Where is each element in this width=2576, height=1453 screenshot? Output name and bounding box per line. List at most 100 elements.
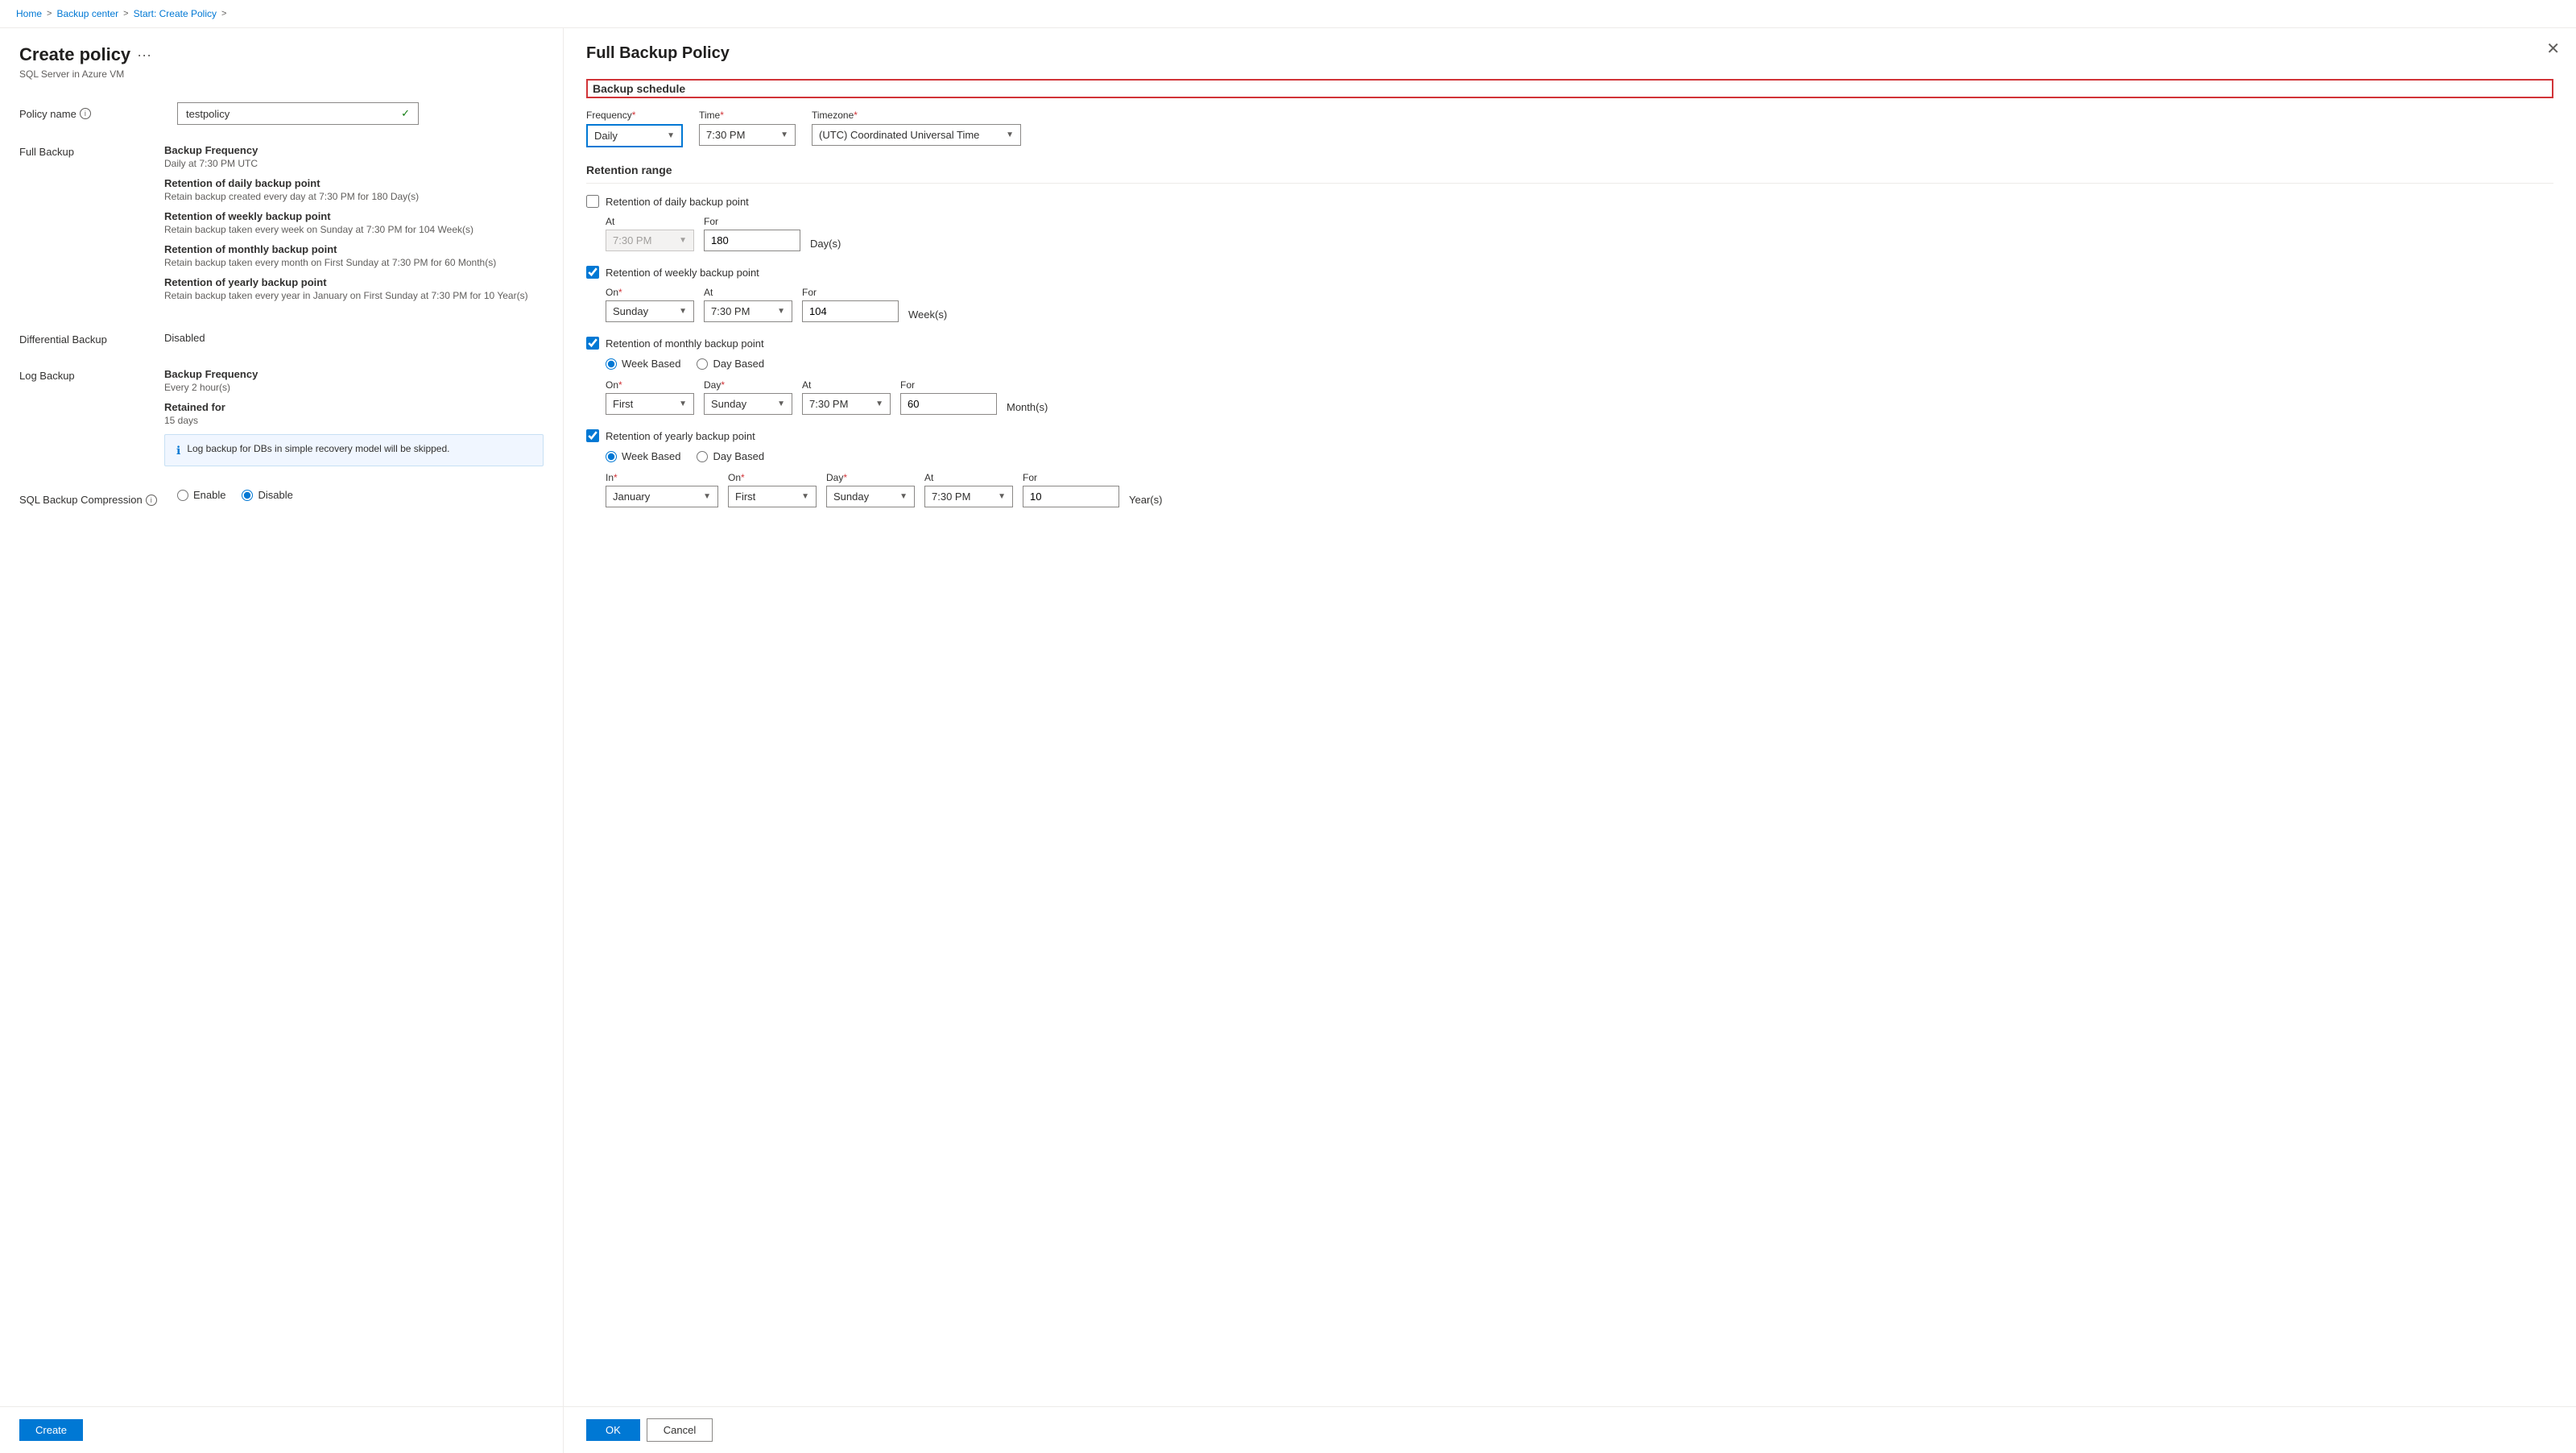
monthly-day-based-radio[interactable]: Day Based	[697, 358, 764, 370]
monthly-on-select[interactable]: First ▼	[606, 393, 694, 415]
monthly-on-chevron-icon: ▼	[679, 399, 687, 408]
compression-label: SQL Backup Compression i	[19, 494, 164, 506]
full-backup-monthly-title: Retention of monthly backup point	[164, 243, 544, 255]
breadcrumb-backup-center[interactable]: Backup center	[56, 8, 118, 19]
differential-backup-label: Differential Backup	[19, 332, 164, 346]
backup-schedule-label: Backup schedule	[586, 79, 2553, 98]
yearly-on-required: *	[741, 472, 745, 483]
monthly-retention-item: Retention of monthly backup point Week B…	[586, 337, 2553, 415]
breadcrumb-sep3: >	[221, 9, 226, 19]
yearly-day-label: Day*	[826, 472, 915, 483]
time-required: *	[720, 110, 724, 121]
weekly-retention-fields: On* Sunday ▼ At 7:30 PM ▼	[606, 287, 2553, 322]
full-backup-weekly-title: Retention of weekly backup point	[164, 210, 544, 222]
frequency-select[interactable]: Daily ▼	[586, 124, 683, 147]
monthly-for-label: For	[900, 379, 997, 391]
policy-name-check-icon: ✓	[401, 107, 410, 120]
yearly-in-select[interactable]: January ▼	[606, 486, 718, 507]
frequency-chevron-icon: ▼	[667, 131, 675, 140]
timezone-select[interactable]: (UTC) Coordinated Universal Time ▼	[812, 124, 1021, 146]
yearly-on-label: On*	[728, 472, 817, 483]
breadcrumb-home[interactable]: Home	[16, 8, 42, 19]
disable-radio-label: Disable	[258, 489, 292, 501]
compression-info-icon[interactable]: i	[146, 495, 157, 506]
ok-button[interactable]: OK	[586, 1419, 640, 1441]
weekly-at-select[interactable]: 7:30 PM ▼	[704, 300, 792, 322]
weekly-on-chevron-icon: ▼	[679, 307, 687, 316]
compression-row: SQL Backup Compression i Enable Disable	[19, 489, 544, 511]
yearly-week-based-input[interactable]	[606, 451, 617, 462]
yearly-for-input[interactable]	[1023, 486, 1119, 507]
weekly-at-chevron-icon: ▼	[777, 307, 785, 316]
time-chevron-icon: ▼	[780, 130, 788, 139]
yearly-in-chevron-icon: ▼	[703, 492, 711, 501]
weekly-retention-item: Retention of weekly backup point On* Sun…	[586, 266, 2553, 322]
yearly-day-based-input[interactable]	[697, 451, 708, 462]
yearly-day-select[interactable]: Sunday ▼	[826, 486, 915, 507]
yearly-in-field: In* January ▼	[606, 472, 718, 507]
monthly-day-select[interactable]: Sunday ▼	[704, 393, 792, 415]
weekly-for-input[interactable]	[802, 300, 899, 322]
daily-retention-item: Retention of daily backup point At 7:30 …	[586, 195, 2553, 251]
yearly-retention-checkbox[interactable]	[586, 429, 599, 442]
disable-radio-input[interactable]	[242, 490, 253, 501]
daily-for-input[interactable]: 180	[704, 230, 800, 251]
weekly-retention-label: Retention of weekly backup point	[606, 267, 759, 279]
monthly-at-chevron-icon: ▼	[875, 399, 883, 408]
full-backup-daily-value: Retain backup created every day at 7:30 …	[164, 191, 544, 202]
full-backup-freq-title: Backup Frequency	[164, 144, 544, 156]
yearly-week-based-radio[interactable]: Week Based	[606, 450, 680, 462]
page-subtitle: SQL Server in Azure VM	[19, 68, 544, 80]
differential-backup-details: Disabled	[164, 332, 544, 346]
time-select[interactable]: 7:30 PM ▼	[699, 124, 796, 146]
monthly-day-based-input[interactable]	[697, 358, 708, 370]
breadcrumb-current: Start: Create Policy	[134, 8, 217, 19]
timezone-chevron-icon: ▼	[1006, 130, 1014, 139]
monthly-at-field: At 7:30 PM ▼	[802, 379, 891, 415]
timezone-required: *	[854, 110, 858, 121]
monthly-week-based-input[interactable]	[606, 358, 617, 370]
monthly-on-required: *	[618, 379, 622, 391]
policy-name-row: Policy name i testpolicy ✓	[19, 102, 544, 125]
monthly-day-based-label: Day Based	[713, 358, 764, 370]
yearly-at-chevron-icon: ▼	[998, 492, 1006, 501]
full-backup-freq-value: Daily at 7:30 PM UTC	[164, 158, 544, 169]
daily-retention-checkbox[interactable]	[586, 195, 599, 208]
monthly-at-select[interactable]: 7:30 PM ▼	[802, 393, 891, 415]
timezone-field: Timezone* (UTC) Coordinated Universal Ti…	[812, 110, 1021, 146]
monthly-on-label: On*	[606, 379, 694, 391]
monthly-at-label: At	[802, 379, 891, 391]
policy-name-info-icon[interactable]: i	[80, 108, 91, 119]
weekly-retention-checkbox[interactable]	[586, 266, 599, 279]
disable-radio[interactable]: Disable	[242, 489, 292, 501]
policy-name-input[interactable]: testpolicy ✓	[177, 102, 419, 125]
yearly-day-based-radio[interactable]: Day Based	[697, 450, 764, 462]
log-backup-label: Log Backup	[19, 368, 164, 466]
monthly-retention-checkbox[interactable]	[586, 337, 599, 350]
enable-radio-input[interactable]	[177, 490, 188, 501]
daily-unit: Day(s)	[810, 238, 841, 251]
yearly-on-select[interactable]: First ▼	[728, 486, 817, 507]
monthly-week-based-radio[interactable]: Week Based	[606, 358, 680, 370]
monthly-day-field: Day* Sunday ▼	[704, 379, 792, 415]
more-options-icon[interactable]: ···	[137, 47, 151, 64]
daily-retention-fields: At 7:30 PM ▼ For 180 Day(s)	[606, 216, 2553, 251]
right-bottom-bar: OK Cancel	[564, 1406, 2576, 1453]
differential-value: Disabled	[164, 332, 544, 344]
cancel-button[interactable]: Cancel	[647, 1418, 713, 1442]
monthly-for-input[interactable]	[900, 393, 997, 415]
yearly-in-label: In*	[606, 472, 718, 483]
log-backup-freq-title: Backup Frequency	[164, 368, 544, 380]
daily-at-field: At 7:30 PM ▼	[606, 216, 694, 251]
info-box-text: Log backup for DBs in simple recovery mo…	[187, 443, 449, 454]
retention-range-label: Retention range	[586, 164, 2553, 184]
monthly-retention-label: Retention of monthly backup point	[606, 337, 764, 350]
yearly-at-select[interactable]: 7:30 PM ▼	[924, 486, 1013, 507]
create-button[interactable]: Create	[19, 1419, 83, 1441]
enable-radio[interactable]: Enable	[177, 489, 225, 501]
yearly-day-required: *	[843, 472, 847, 483]
full-backup-label: Full Backup	[19, 144, 164, 309]
weekly-on-select[interactable]: Sunday ▼	[606, 300, 694, 322]
full-backup-details: Backup Frequency Daily at 7:30 PM UTC Re…	[164, 144, 544, 309]
close-button[interactable]: ✕	[2546, 41, 2560, 57]
